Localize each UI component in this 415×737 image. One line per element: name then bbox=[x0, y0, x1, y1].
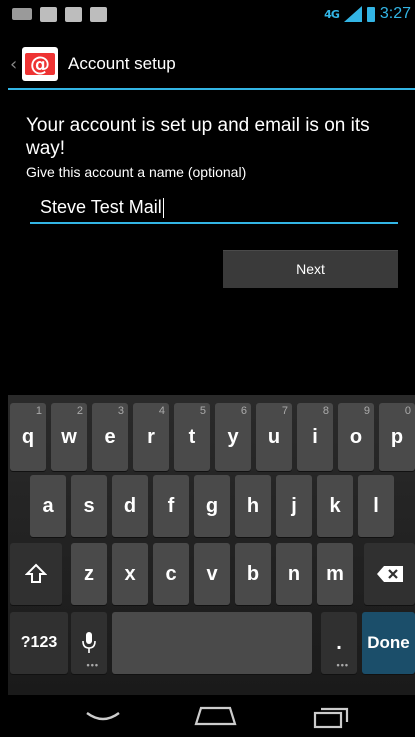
page-title: Account setup bbox=[68, 54, 176, 73]
key-e[interactable]: e3 bbox=[92, 403, 128, 471]
key-f[interactable]: f bbox=[153, 475, 189, 537]
key-b[interactable]: b bbox=[235, 543, 271, 605]
key-z[interactable]: z bbox=[71, 543, 107, 605]
key-p[interactable]: p0 bbox=[379, 403, 415, 471]
key-o[interactable]: o9 bbox=[338, 403, 374, 471]
keyboard-notification-icon bbox=[12, 8, 32, 20]
key-d[interactable]: d bbox=[112, 475, 148, 537]
action-bar: ‹ @ Account setup bbox=[8, 40, 415, 90]
account-name-label: Give this account a name (optional) bbox=[26, 164, 247, 180]
key-l[interactable]: l bbox=[358, 475, 394, 537]
account-setup-content: Your account is set up and email is on i… bbox=[8, 92, 415, 392]
done-key[interactable]: Done bbox=[362, 612, 415, 674]
download-notification-icon bbox=[65, 6, 82, 22]
key-n[interactable]: n bbox=[276, 543, 312, 605]
shift-icon bbox=[25, 563, 47, 583]
setup-complete-heading: Your account is set up and email is on i… bbox=[26, 115, 370, 159]
navigation-bar bbox=[8, 697, 415, 737]
task-check-notification-icon bbox=[90, 6, 107, 22]
key-i[interactable]: i8 bbox=[297, 403, 333, 471]
status-bar: 4G 3:27 bbox=[8, 0, 415, 28]
space-key[interactable] bbox=[112, 612, 312, 674]
next-button[interactable]: Next bbox=[223, 250, 398, 288]
email-at-icon[interactable]: @ bbox=[22, 47, 58, 81]
network-type-icon: 4G bbox=[324, 7, 340, 21]
key-a[interactable]: a bbox=[30, 475, 66, 537]
key-k[interactable]: k bbox=[317, 475, 353, 537]
battery-icon bbox=[366, 6, 375, 22]
microphone-icon bbox=[82, 632, 96, 653]
shift-key[interactable] bbox=[10, 543, 62, 605]
clock: 3:27 bbox=[379, 5, 411, 22]
key-g[interactable]: g bbox=[194, 475, 230, 537]
key-h[interactable]: h bbox=[235, 475, 271, 537]
key-c[interactable]: c bbox=[153, 543, 189, 605]
symbols-key[interactable]: ?123 bbox=[10, 612, 68, 674]
period-key[interactable]: . ••• bbox=[321, 612, 357, 674]
key-j[interactable]: j bbox=[276, 475, 312, 537]
period-more-dots: ••• bbox=[336, 660, 349, 670]
key-x[interactable]: x bbox=[112, 543, 148, 605]
key-s[interactable]: s bbox=[71, 475, 107, 537]
key-u[interactable]: u7 bbox=[256, 403, 292, 471]
signal-icon bbox=[343, 6, 362, 22]
soft-keyboard: q1 w2 e3 r4 t5 y6 u7 i8 o9 p0 a s d f g … bbox=[8, 395, 415, 695]
image-notification-icon bbox=[40, 6, 57, 22]
key-r[interactable]: r4 bbox=[133, 403, 169, 471]
nav-back-icon[interactable] bbox=[83, 707, 123, 727]
key-w[interactable]: w2 bbox=[51, 403, 87, 471]
nav-home-icon[interactable] bbox=[193, 702, 238, 730]
backspace-key[interactable] bbox=[364, 543, 415, 605]
key-y[interactable]: y6 bbox=[215, 403, 251, 471]
key-t[interactable]: t5 bbox=[174, 403, 210, 471]
account-name-input[interactable]: Steve Test Mail bbox=[30, 192, 398, 224]
nav-recent-apps-icon[interactable] bbox=[312, 704, 350, 730]
key-m[interactable]: m bbox=[317, 543, 353, 605]
key-v[interactable]: v bbox=[194, 543, 230, 605]
up-caret-icon[interactable]: ‹ bbox=[10, 54, 20, 75]
microphone-key[interactable]: ••• bbox=[71, 612, 107, 674]
account-name-value: Steve Test Mail bbox=[40, 197, 162, 217]
key-q[interactable]: q1 bbox=[10, 403, 46, 471]
text-cursor bbox=[162, 198, 164, 219]
backspace-icon bbox=[376, 566, 403, 582]
mic-more-dots: ••• bbox=[86, 660, 99, 670]
